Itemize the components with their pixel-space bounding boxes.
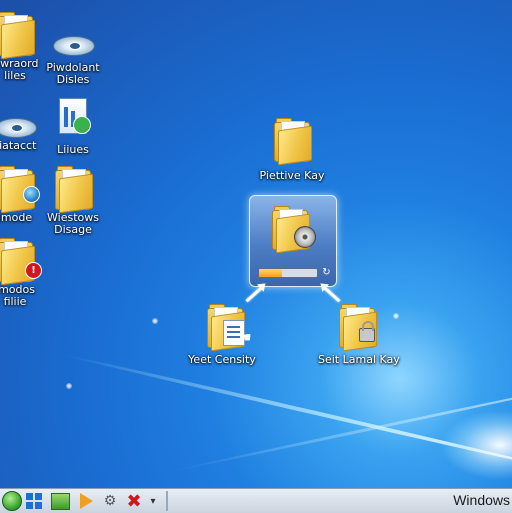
desktop-icon-label: Liiues [57,143,89,156]
disc-drive-icon [0,104,37,152]
windows-explorer-button[interactable] [24,491,44,511]
picture-icon [50,492,70,510]
taskbar: ⚙ ✖ ▾ Windows [0,488,512,513]
dropdown-button[interactable]: ▾ [146,491,160,511]
close-icon: ✖ [126,490,142,512]
desktop-icon-label: Yeet Censity [188,353,256,366]
folder-icon [0,162,40,214]
progress-fill [259,269,283,277]
progress-bar [258,268,318,278]
desktop: Fiwraord liles Piwdolant Disles Fiatacct… [0,0,512,488]
desktop-icon-folder[interactable]: Seit Lamal Kay [318,300,400,366]
desktop-icon-label: Piettive Kay [259,169,325,182]
wallpaper-glow [440,410,512,480]
tools-icon: ⚙ [103,493,117,509]
folder-icon: ! [0,234,42,286]
wallpaper-glint [66,383,72,389]
tools-button[interactable]: ⚙ [100,491,120,511]
wallpaper-glint [152,318,158,324]
close-button[interactable]: ✖ [124,490,144,512]
chevron-down-icon: ▾ [150,495,156,507]
document-icon [53,94,93,142]
disc-drive-icon [53,22,95,70]
arrow-icon [73,116,91,134]
desktop-icon-label: Seit Lamal Kay [318,353,400,366]
picture-viewer-button[interactable] [50,491,70,511]
desktop-icon-folder[interactable]: Wiestows Disage [38,162,108,236]
folder-icon [53,162,93,214]
desktop-icon-document[interactable]: Liiues [38,94,108,156]
folder-icon: ☚ [205,300,252,352]
desktop-icon-label: imodos filiie [0,283,35,308]
desktop-icon-folder[interactable]: ☚ Yeet Censity [188,300,260,366]
start-orb-icon [2,491,22,511]
media-player-button[interactable] [76,491,96,511]
wallpaper-glint [393,313,399,319]
start-button[interactable] [2,491,22,511]
folder-icon [0,8,35,60]
lock-icon [359,321,375,342]
hand-pointer-icon: ☚ [239,330,252,346]
cd-icon [294,226,316,248]
desktop-icon-label: Wiestows Disage [47,211,99,236]
windows-flag-icon [26,493,42,509]
folder-icon [337,300,377,352]
desktop-icon-folder[interactable]: Piettive Kay [257,114,327,182]
desktop-icon-disc[interactable]: Piwdolant Disles [38,22,108,86]
taskbar-separator [166,491,168,511]
error-icon: ! [25,262,42,279]
play-icon [79,493,93,509]
taskbar-windows-label: Windows [453,492,510,508]
refresh-icon[interactable]: ↻ [321,267,332,278]
folder-icon [272,114,312,166]
copy-dialog[interactable]: ↻ [249,195,337,287]
desktop-icon-folder[interactable]: ! imodos filiie [0,234,50,308]
